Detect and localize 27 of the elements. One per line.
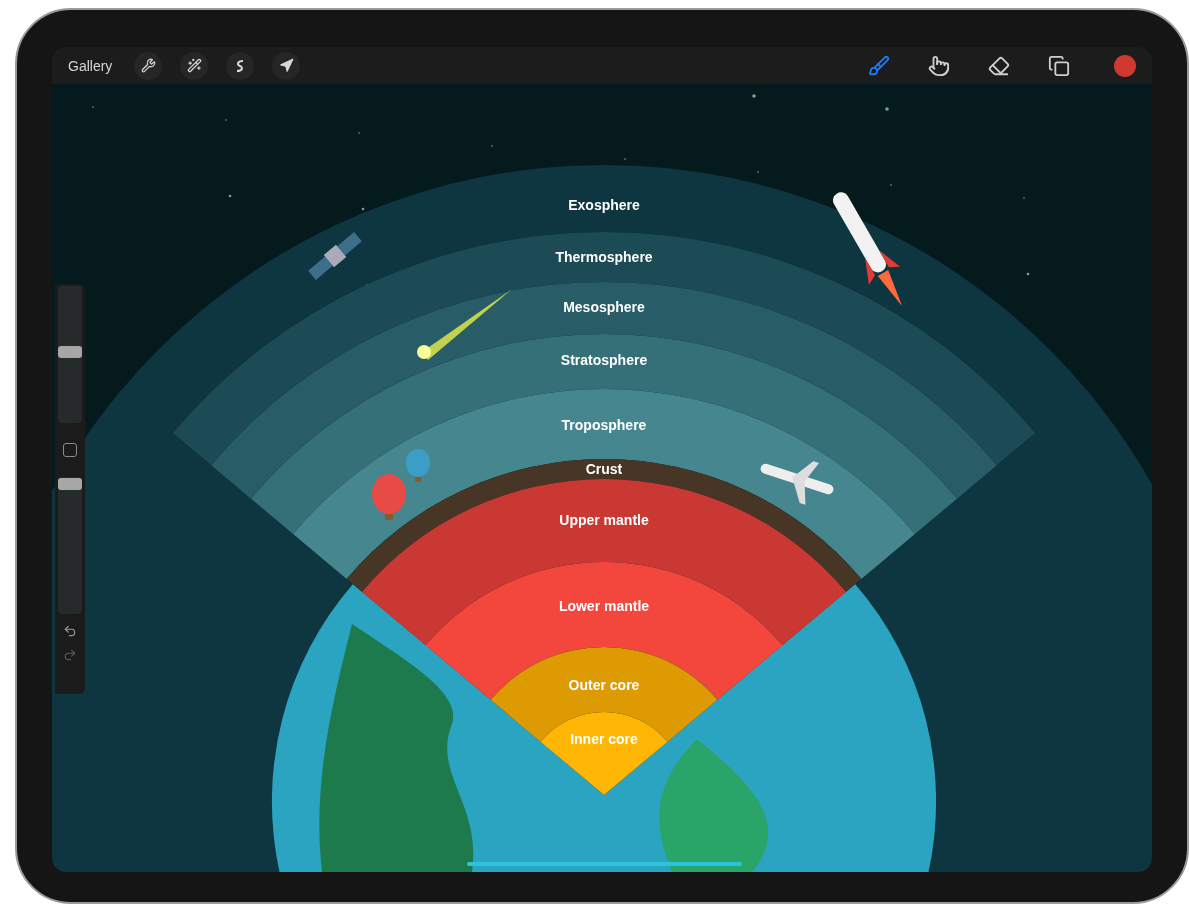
slider-thumb[interactable] xyxy=(58,345,82,358)
magic-wand-icon[interactable] xyxy=(180,51,209,80)
brush-size-slider[interactable] xyxy=(58,286,82,423)
undo-icon[interactable] xyxy=(63,624,77,638)
layer-label: Thermosphere xyxy=(555,249,653,265)
selection-icon[interactable] xyxy=(226,51,255,80)
satellite-drawing xyxy=(308,232,362,280)
layer-label: Inner core xyxy=(570,731,638,747)
gallery-button[interactable]: Gallery xyxy=(68,57,113,74)
layer-label: Stratosphere xyxy=(560,352,648,368)
opacity-slider[interactable] xyxy=(58,477,82,614)
eraser-icon[interactable] xyxy=(988,54,1010,77)
layer-label: Upper mantle xyxy=(559,512,649,528)
layers-icon[interactable] xyxy=(1048,54,1070,77)
modify-button[interactable] xyxy=(63,443,77,457)
wrench-icon[interactable] xyxy=(134,51,163,80)
layer-label: Exosphere xyxy=(568,197,640,213)
color-swatch[interactable] xyxy=(1114,54,1136,77)
layer-label: Crust xyxy=(585,461,623,477)
layer-label: Lower mantle xyxy=(558,598,650,614)
layer-label: Outer core xyxy=(568,677,640,693)
layer-label: Troposphere xyxy=(561,417,647,433)
brush-icon[interactable] xyxy=(868,54,890,77)
layer-label: Mesosphere xyxy=(563,299,645,315)
slider-thumb[interactable] xyxy=(58,477,82,490)
hot-air-balloon-drawing xyxy=(372,449,430,520)
redo-icon[interactable] xyxy=(63,648,77,662)
